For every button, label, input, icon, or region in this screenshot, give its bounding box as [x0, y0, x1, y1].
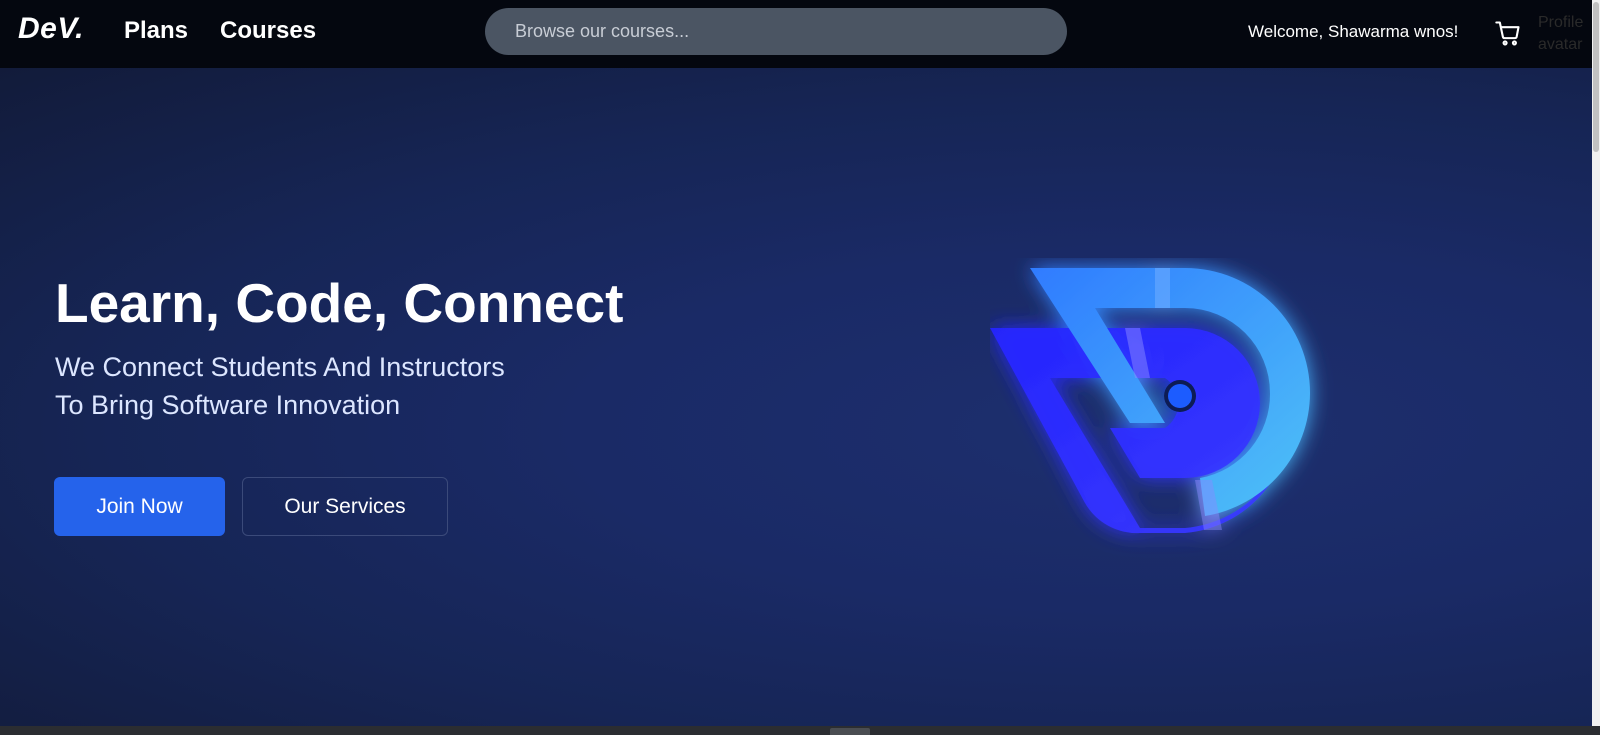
profile-alt-line2: avatar — [1538, 36, 1583, 53]
search-input[interactable] — [513, 20, 1037, 43]
brand-logo-graphic — [990, 268, 1310, 534]
navbar: DeV. Plans Courses Welcome, Shawarma wno… — [0, 0, 1600, 68]
nav-link-courses[interactable]: Courses — [220, 17, 316, 45]
hero-subtitle-line2: To Bring Software Innovation — [55, 390, 401, 420]
hero-subtitle: We Connect Students And Instructors To B… — [55, 348, 615, 424]
our-services-button[interactable]: Our Services — [242, 477, 448, 536]
welcome-text: Welcome, Shawarma wnos! — [1248, 22, 1459, 41]
hero-subtitle-line1: We Connect Students And Instructors — [55, 352, 505, 382]
scrollbar-thumb[interactable] — [1593, 2, 1599, 152]
bottom-bar — [0, 726, 1600, 735]
cart-icon[interactable] — [1494, 19, 1522, 47]
profile-alt-line1: Profile — [1538, 14, 1584, 31]
hero-section: Learn, Code, Connect We Connect Students… — [0, 68, 1592, 726]
site-logo[interactable]: DeV. — [18, 12, 84, 46]
bottom-tab-handle[interactable] — [830, 728, 870, 735]
search-bar[interactable] — [485, 8, 1067, 55]
page-scrollbar[interactable] — [1592, 0, 1600, 735]
hero-title: Learn, Code, Connect — [55, 272, 624, 334]
nav-link-plans[interactable]: Plans — [124, 17, 188, 45]
profile-avatar-broken[interactable]: Profile avatar — [1538, 12, 1600, 62]
join-now-button[interactable]: Join Now — [54, 477, 225, 536]
